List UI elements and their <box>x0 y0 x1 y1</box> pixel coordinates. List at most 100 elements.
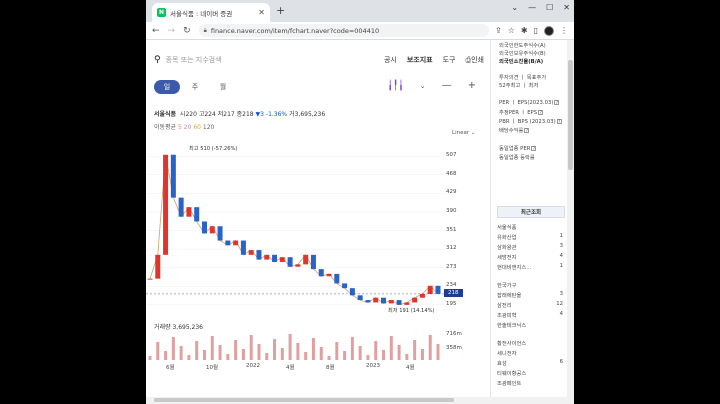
recent-item[interactable]: 잡래에탄올 3 <box>497 291 563 299</box>
menu-tools[interactable]: 도구 <box>443 55 456 65</box>
recent-item[interactable]: 조광피혁 4 <box>497 311 563 319</box>
recent-item-name: 황전사이언스 <box>497 341 527 347</box>
recent-item-name: 조광피혁 <box>497 313 517 319</box>
recent-header: 최근조회 <box>497 206 565 218</box>
toolbar-icons: ⇪ ☆ ✱ ▯ ⋮ <box>495 25 568 36</box>
vertical-scrollbar[interactable] <box>567 40 574 397</box>
scroll-thumb[interactable] <box>154 398 454 402</box>
volume-value: 3,695,236 <box>294 111 326 118</box>
help-icon[interactable]: ? <box>538 110 544 115</box>
recent-item[interactable]: 효성 6 <box>497 359 563 367</box>
recent-item[interactable]: 황전사이언스 <box>497 339 563 347</box>
price-candle <box>264 254 270 260</box>
more-menu-icon[interactable]: ⋮ <box>560 26 568 36</box>
search-input[interactable]: 종목 또는 지수검색 <box>166 55 384 65</box>
recent-item[interactable]: 현대비앤지스... 1 <box>497 263 563 271</box>
volume-bar <box>358 346 362 360</box>
recent-item-name: 효성 <box>497 361 507 367</box>
bookmark-star-icon[interactable]: ☆ <box>508 26 515 36</box>
recent-item-name: 삼전리 <box>497 303 512 309</box>
recent-item[interactable]: 세방전지 4 <box>497 253 563 261</box>
extensions-icon[interactable]: ✱ <box>521 26 528 36</box>
horizontal-scrollbar[interactable] <box>146 397 574 404</box>
recent-item[interactable]: 조광페인트 <box>497 379 563 387</box>
help-icon[interactable]: ? <box>554 100 560 105</box>
current-price-tag: 218 <box>444 289 463 297</box>
recent-item[interactable]: 삼화왕관 3 <box>497 243 563 251</box>
scale-selector[interactable]: Linear ⌄ <box>452 130 475 136</box>
price-candle <box>178 197 184 217</box>
x-tick-label: 6월 <box>166 365 175 371</box>
browser-toolbar: ← → ↻ 🔒︎ finance.naver.com/item/fchart.n… <box>146 22 574 40</box>
maximize-icon[interactable]: ☐ <box>546 3 553 12</box>
help-icon[interactable]: ? <box>556 119 562 124</box>
close-icon[interactable]: ✕ <box>563 3 570 12</box>
zoom-out-icon[interactable]: — <box>442 80 452 91</box>
price-candle <box>287 257 293 267</box>
volume-bar <box>413 340 417 360</box>
price-candle <box>201 221 207 234</box>
price-info: 서울식품 시220 고224 저217 종218 ▼3 -1.36% 거3,69… <box>154 111 326 118</box>
ma-5[interactable]: 5 <box>178 124 182 131</box>
ma-60[interactable]: 60 <box>193 124 201 131</box>
lock-icon: 🔒︎ <box>203 26 207 34</box>
search-icon[interactable]: ⚲ <box>154 55 161 65</box>
address-bar[interactable]: 🔒︎ finance.naver.com/item/fchart.naver?c… <box>198 24 490 37</box>
chevron-down-icon[interactable]: ⌄ <box>420 82 426 90</box>
ma-120[interactable]: 120 <box>203 124 214 131</box>
help-icon[interactable]: ? <box>531 146 537 151</box>
volume-bar <box>164 351 168 360</box>
open-price: 220 <box>185 111 197 118</box>
recent-item[interactable]: 한솔테크닉스 <box>497 321 563 329</box>
volume-label: 거래량 3,695,236 <box>154 324 204 331</box>
menu-disclosure[interactable]: 공시 <box>384 55 397 65</box>
browser-tab[interactable]: N 서울식품 : 네이버 증권 ✕ <box>152 3 270 22</box>
price-candle <box>186 207 192 217</box>
ma-20[interactable]: 20 <box>184 124 192 131</box>
recent-item-name: 잡래에탄올 <box>497 293 522 299</box>
zoom-in-icon[interactable]: + <box>468 80 476 91</box>
recent-item[interactable]: 삼전리 12 <box>497 301 563 309</box>
low-price: 217 <box>223 111 235 118</box>
tab-weekly[interactable]: 주 <box>182 80 208 94</box>
share-icon[interactable]: ⇪ <box>495 26 502 36</box>
foreign-ratio: 외국인소진율(B/A) <box>499 59 544 65</box>
menu-indicators[interactable]: 보조지표 <box>407 55 433 65</box>
recent-item-count: 1 <box>559 233 563 239</box>
new-tab-icon[interactable]: + <box>276 4 285 17</box>
browser-window: N 서울식품 : 네이버 증권 ✕ + ⌄ — ☐ ✕ ← → ↻ 🔒︎ fin… <box>146 0 574 404</box>
price-change: ▼3 <box>255 111 264 118</box>
reload-icon[interactable]: ↻ <box>183 26 191 36</box>
volume-bar <box>397 345 401 360</box>
volume-bar <box>428 335 432 360</box>
tab-monthly[interactable]: 월 <box>210 80 236 94</box>
price-candle <box>217 226 223 241</box>
price-candle <box>342 283 348 289</box>
recent-item[interactable]: 세니전자 <box>497 349 563 357</box>
minimize-icon[interactable]: — <box>528 3 536 12</box>
scroll-thumb[interactable] <box>568 60 573 170</box>
forward-icon[interactable]: → <box>168 26 176 36</box>
x-tick-label: 4월 <box>406 365 415 371</box>
sidepanel-icon[interactable]: ▯ <box>534 26 538 36</box>
candlestick-icon[interactable]: ╽╿╽ <box>387 81 403 91</box>
x-tick-label: 4월 <box>286 365 295 371</box>
profile-avatar[interactable] <box>544 25 554 36</box>
recent-item[interactable]: 서울식품 <box>497 223 563 231</box>
volume-bar <box>187 355 191 360</box>
price-candle <box>163 154 169 255</box>
chevron-down-icon[interactable]: ⌄ <box>511 3 518 12</box>
volume-bar <box>382 350 386 360</box>
price-candle <box>326 273 332 277</box>
tab-daily[interactable]: 일 <box>154 80 180 94</box>
chart-pane: ⚲ 종목 또는 지수검색 공시 보조지표 도구 ⎙인쇄 일 주 월 ╽╿╽ ⌄ … <box>146 40 491 397</box>
tab-close-icon[interactable]: ✕ <box>258 8 265 17</box>
back-icon[interactable]: ← <box>152 26 160 36</box>
recent-item-name: 한국가구 <box>497 283 517 289</box>
recent-item[interactable]: 유화산업 1 <box>497 233 563 241</box>
recent-item[interactable]: 티웨이항공스 <box>497 369 563 377</box>
recent-item-count: 4 <box>559 311 563 317</box>
recent-item[interactable]: 한국가구 <box>497 281 563 289</box>
menu-print[interactable]: ⎙인쇄 <box>466 55 485 65</box>
help-icon[interactable]: ? <box>524 128 530 133</box>
